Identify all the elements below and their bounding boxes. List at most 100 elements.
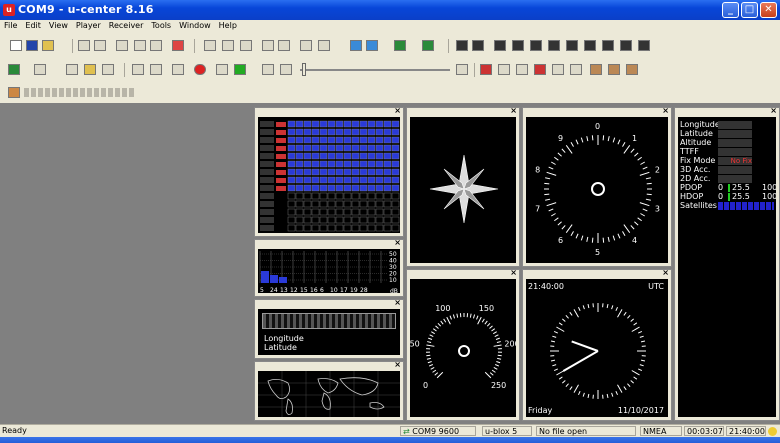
menu-help[interactable]: Help <box>215 20 241 30</box>
view-f-icon[interactable] <box>548 40 560 51</box>
step-icon[interactable] <box>216 64 228 75</box>
play-icon[interactable] <box>234 64 246 75</box>
gear-b-icon[interactable] <box>608 64 620 75</box>
nmea-icon[interactable] <box>552 64 564 75</box>
end-icon[interactable] <box>456 64 468 75</box>
bars-icon[interactable] <box>422 40 434 51</box>
view-h-icon[interactable] <box>584 40 596 51</box>
wand-icon[interactable] <box>66 64 78 75</box>
minimize-button[interactable]: _ <box>722 2 739 18</box>
signal-level-panel[interactable]: × 50 40 30 20 10 dB 5 24 13 12 15 16 6 10 17 19 28 <box>254 238 404 297</box>
tool-icon[interactable] <box>172 40 184 51</box>
close-icon[interactable]: × <box>662 268 669 277</box>
globe-icon[interactable] <box>350 40 362 51</box>
speed-panel[interactable]: × 0 50 100 150 200 250 <box>406 268 520 421</box>
paste-icon[interactable] <box>150 40 162 51</box>
latitude-label: Latitude <box>264 343 297 352</box>
menu-player[interactable]: Player <box>72 20 105 30</box>
position-panel[interactable]: × Longitude Latitude <box>254 298 404 359</box>
thermo-icon[interactable] <box>480 64 492 75</box>
view-icon[interactable] <box>262 40 274 51</box>
clock-tick <box>561 380 566 384</box>
new-icon[interactable] <box>10 40 22 51</box>
doc3-icon[interactable] <box>240 40 252 51</box>
view-j-icon[interactable] <box>620 40 632 51</box>
close-icon[interactable]: × <box>394 360 401 369</box>
cut-icon[interactable] <box>116 40 128 51</box>
stop-icon[interactable] <box>150 64 162 75</box>
close-icon[interactable]: × <box>394 238 401 247</box>
bug-icon[interactable] <box>84 64 96 75</box>
print-icon[interactable] <box>78 40 90 51</box>
gps-icon[interactable] <box>8 87 20 98</box>
close-icon[interactable]: × <box>770 106 777 115</box>
doc2-icon[interactable] <box>222 40 234 51</box>
view-d-icon[interactable] <box>512 40 524 51</box>
close-icon[interactable]: × <box>662 106 669 115</box>
record-icon[interactable] <box>194 64 206 75</box>
msg-icon[interactable] <box>534 64 546 75</box>
world-map-panel[interactable]: × <box>254 360 404 421</box>
sat-cell <box>327 168 336 176</box>
menu-view[interactable]: View <box>45 20 72 30</box>
menu-file[interactable]: File <box>0 20 21 30</box>
rewind-icon[interactable] <box>280 64 292 75</box>
view2-icon[interactable] <box>278 40 290 51</box>
view-g-icon[interactable] <box>566 40 578 51</box>
eject-icon[interactable] <box>132 64 144 75</box>
slider-thumb[interactable] <box>302 63 306 76</box>
menu-receiver[interactable]: Receiver <box>105 20 148 30</box>
view-k-icon[interactable] <box>638 40 650 51</box>
doc-icon[interactable] <box>204 40 216 51</box>
view-c-icon[interactable] <box>494 40 506 51</box>
ubx-icon[interactable] <box>570 64 582 75</box>
dial-tick <box>607 136 610 142</box>
close-button[interactable]: ✕ <box>760 2 777 18</box>
antenna-icon[interactable] <box>102 64 114 75</box>
graph-icon[interactable] <box>394 40 406 51</box>
compass-panel[interactable]: × <box>406 106 520 267</box>
sigma-icon[interactable] <box>300 40 312 51</box>
close-icon[interactable]: × <box>510 268 517 277</box>
gear-a-icon[interactable] <box>590 64 602 75</box>
sat-cell <box>311 224 320 232</box>
ic-icon[interactable] <box>516 64 528 75</box>
label-satellites: Satellites <box>680 201 717 210</box>
open-icon[interactable] <box>42 40 54 51</box>
save-icon[interactable] <box>26 40 38 51</box>
view-i-icon[interactable] <box>602 40 614 51</box>
sat-cell <box>311 136 320 144</box>
satellite-table-panel[interactable]: × <box>254 106 404 237</box>
view-b-icon[interactable] <box>472 40 484 51</box>
close-icon[interactable]: × <box>394 298 401 307</box>
close-icon[interactable]: × <box>394 106 401 115</box>
data-panel[interactable]: × Longitude Latitude Altitude TTFF Fix M… <box>674 106 780 421</box>
sat-cell <box>391 128 400 136</box>
dial-tick <box>544 193 550 196</box>
copy-icon[interactable] <box>134 40 146 51</box>
sat-flag-icon <box>276 218 286 223</box>
sat-cell <box>335 184 344 192</box>
maximize-button[interactable]: □ <box>741 2 758 18</box>
chart-icon[interactable] <box>366 40 378 51</box>
menu-window[interactable]: Window <box>175 20 215 30</box>
pause-icon[interactable] <box>172 64 184 75</box>
view-a-icon[interactable] <box>456 40 468 51</box>
heading-dial-panel[interactable]: × 0 1 2 3 4 5 6 7 8 9 <box>522 106 672 267</box>
connect-icon[interactable] <box>8 64 20 75</box>
gear-c-icon[interactable] <box>626 64 638 75</box>
speed-tick <box>495 337 500 340</box>
menu-edit[interactable]: Edit <box>21 20 45 30</box>
menu-tools[interactable]: Tools <box>147 20 175 30</box>
dial-label: 3 <box>655 204 660 213</box>
baud-icon[interactable] <box>34 64 46 75</box>
fast-forward-icon[interactable] <box>262 64 274 75</box>
sat-cell <box>375 120 384 128</box>
close-icon[interactable]: × <box>510 106 517 115</box>
view-e-icon[interactable] <box>530 40 542 51</box>
window-icon[interactable] <box>318 40 330 51</box>
clock-panel[interactable]: × 21:40:00 UTC Friday 11/10/2017 <box>522 268 672 421</box>
hw-icon[interactable] <box>498 64 510 75</box>
print-preview-icon[interactable] <box>94 40 106 51</box>
playback-slider[interactable] <box>300 69 450 71</box>
